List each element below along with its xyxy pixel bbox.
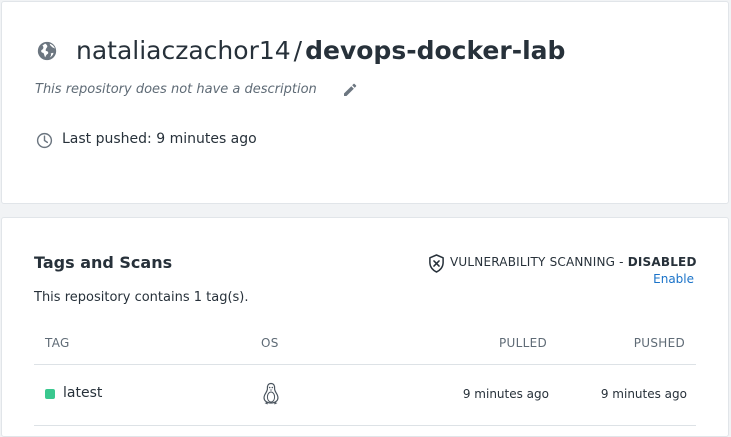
repository-title: nataliaczachor14/devops-docker-lab — [76, 34, 565, 68]
column-header-tag: TAG — [45, 336, 70, 350]
vulnerability-scanning-status: VULNERABILITY SCANNING - DISABLED — [450, 255, 697, 269]
tag-name-link[interactable]: latest — [63, 385, 102, 401]
last-pushed-text: Last pushed: 9 minutes ago — [62, 131, 257, 147]
repository-name: devops-docker-lab — [305, 36, 566, 65]
repository-header-card: nataliaczachor14/devops-docker-lab This … — [1, 1, 729, 204]
repository-description: This repository does not have a descript… — [35, 82, 317, 97]
shield-x-icon — [429, 254, 444, 273]
clock-icon — [36, 132, 53, 149]
scanning-state: DISABLED — [627, 255, 697, 269]
title-separator: / — [293, 36, 303, 65]
enable-scanning-link[interactable]: Enable — [653, 272, 694, 286]
linux-icon — [263, 382, 279, 405]
table-row[interactable]: latest 9 minutes ago 9 minutes ago — [34, 365, 696, 425]
globe-icon — [37, 41, 57, 61]
scanning-label: VULNERABILITY SCANNING - — [450, 255, 628, 269]
column-header-pushed: PUSHED — [633, 336, 685, 350]
section-title: Tags and Scans — [34, 253, 173, 272]
pulled-time: 9 minutes ago — [462, 387, 549, 401]
tag-count-text: This repository contains 1 tag(s). — [34, 290, 249, 305]
pushed-time: 9 minutes ago — [600, 387, 687, 401]
tag-status-dot — [45, 389, 55, 399]
column-header-pulled: PULLED — [498, 336, 547, 350]
repository-namespace: nataliaczachor14 — [76, 36, 291, 65]
column-header-os: OS — [261, 336, 279, 350]
table-row-divider — [34, 425, 696, 426]
tags-and-scans-card: Tags and Scans VULNERABILITY SCANNING - … — [1, 217, 729, 437]
edit-description-pencil-icon[interactable] — [342, 82, 358, 98]
